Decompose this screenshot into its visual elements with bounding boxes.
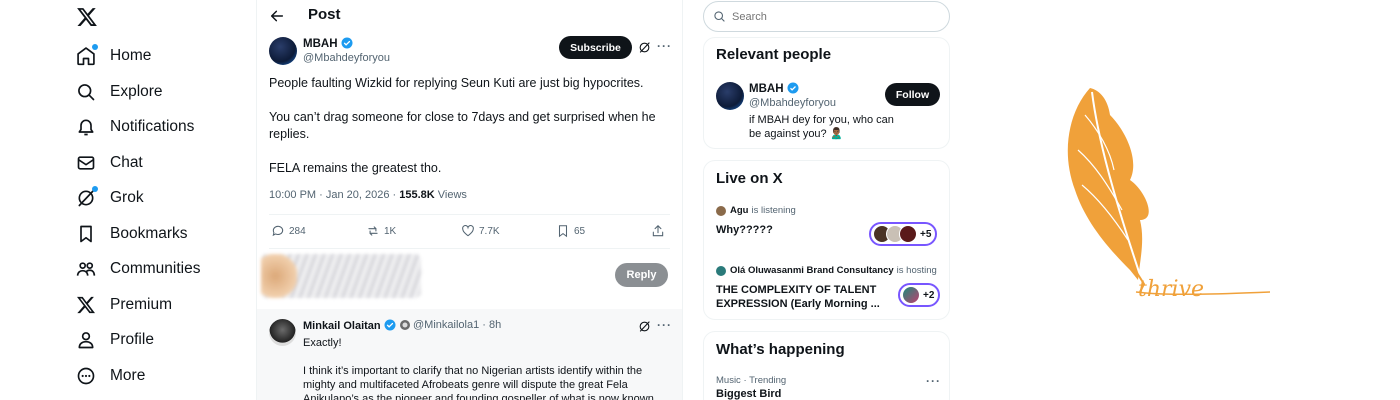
more-options-icon[interactable]: ··· [926,374,941,388]
bookmark-action[interactable]: 65 [556,224,585,238]
relevant-people-card: Relevant people MBAH @Mbahdeyforyou if M… [703,37,950,149]
left-navigation: Home Explore Notifications Chat Grok Boo… [0,0,256,400]
x-logo-icon[interactable] [76,6,98,28]
share-action[interactable] [651,224,669,238]
nav-label: Notifications [110,118,195,135]
more-options-icon[interactable]: ··· [657,39,672,53]
person-handle[interactable]: @Mbahdeyforyou [749,97,836,109]
nav-item-profile[interactable]: Profile [76,328,154,352]
bookmark-icon [76,224,96,244]
listeners-pill[interactable]: +5 [869,222,938,246]
bell-icon [76,117,96,137]
nav-item-grok[interactable]: Grok [76,186,144,210]
person-bio: if MBAH dey for you, who can be against … [749,114,894,140]
right-sidebar: Relevant people MBAH @Mbahdeyforyou if M… [683,0,973,400]
nav-item-more[interactable]: More [76,364,145,388]
author-name[interactable]: MBAH [303,37,353,50]
nav-item-communities[interactable]: Communities [76,257,200,281]
nav-label: More [110,367,146,384]
nav-item-chat[interactable]: Chat [76,151,143,175]
heart-icon [462,224,474,237]
nav-item-home[interactable]: Home [76,44,151,68]
space-title[interactable]: Why????? [716,223,881,237]
like-action[interactable]: 7.7K [461,224,500,238]
verified-badge-icon [384,319,396,331]
back-arrow-icon[interactable] [269,8,285,24]
reply-avatar[interactable] [269,319,296,346]
nav-item-explore[interactable]: Explore [76,80,163,104]
search-icon [714,11,725,22]
repost-icon [368,226,378,236]
author-avatar[interactable] [269,37,297,65]
more-circle-icon [76,366,96,386]
nav-label: Bookmarks [110,225,188,242]
mail-icon [76,153,96,173]
nav-label: Profile [110,331,154,348]
subscribe-button[interactable]: Subscribe [559,36,632,59]
nav-label: Premium [110,296,173,313]
affiliate-badge-icon [399,320,410,330]
x-icon [76,295,96,315]
reply-action[interactable]: 284 [271,224,306,238]
more-options-icon[interactable]: ··· [657,318,672,332]
divider [269,214,670,215]
reply-text: Exactly! [303,337,342,349]
live-on-x-card: Live on X Agu is listening Why????? +5 Ol… [703,160,950,320]
repost-action[interactable]: 1K [366,224,396,238]
nav-item-notifications[interactable]: Notifications [76,115,194,139]
thrive-feather-logo: thrive [1067,88,1271,302]
card-title: Live on X [716,170,783,187]
verified-badge-icon [787,82,798,94]
blurred-reply-composer[interactable] [261,254,421,298]
reply-handle[interactable]: @Minkailola1 · 8h [413,319,501,331]
home-icon [76,44,98,66]
nav-label: Grok [110,189,144,206]
share-icon [652,225,664,237]
search-icon [76,82,96,102]
trend-meta: Music · Trending [716,375,787,386]
post-text-line: People faulting Wizkid for replying Seun… [269,76,644,90]
card-title: Relevant people [716,46,832,63]
nav-label: Home [110,47,152,64]
nav-label: Communities [110,260,201,277]
page-title: Post [308,6,341,23]
reply-author-name[interactable]: Minkail Olaitan [303,319,411,332]
post-detail: Post MBAH @Mbahdeyforyou Subscribe ··· P… [257,0,682,400]
person-avatar[interactable] [716,82,744,110]
person-name[interactable]: MBAH [749,82,799,95]
space-title[interactable]: THE COMPLEXITY OF TALENT EXPRESSION (Ear… [716,283,881,311]
grok-icon[interactable] [638,41,651,54]
communities-icon [76,259,96,279]
bookmark-icon [558,225,568,238]
post-text-line: FELA remains the greatest tho. [269,161,442,175]
trend-name[interactable]: Biggest Bird [716,388,781,400]
whats-happening-card: What’s happening Music · Trending Bigges… [703,331,950,400]
comment-icon [272,225,284,237]
grok-icon [76,186,98,208]
space-host: Olá Oluwasanmi Brand Consultancy is hosti… [716,265,937,276]
brand-wordmark: thrive [1138,277,1204,302]
reply-button[interactable]: Reply [615,263,668,287]
nav-item-bookmarks[interactable]: Bookmarks [76,222,188,246]
reply-tweet[interactable]: Minkail Olaitan @Minkailola1 · 8h ··· Ex… [257,309,682,400]
card-title: What’s happening [716,341,845,358]
search-box[interactable] [703,1,950,32]
person-icon [76,330,96,350]
grok-icon[interactable] [638,320,651,333]
space-host: Agu is listening [716,205,796,216]
search-input[interactable] [732,10,932,23]
listeners-pill[interactable]: +2 [898,283,941,307]
nav-item-premium[interactable]: Premium [76,293,172,317]
post-meta: 10:00 PM · Jan 20, 2026 · 155.8K Views [269,189,467,201]
divider [269,248,670,249]
post-text-line: You can’t drag someone for close to 7day… [269,110,656,141]
author-handle[interactable]: @Mbahdeyforyou [303,52,390,64]
follow-button[interactable]: Follow [885,83,940,106]
reply-text: I think it’s important to clarify that n… [303,365,654,400]
nav-label: Chat [110,154,143,171]
verified-badge-icon [341,37,352,49]
nav-label: Explore [110,83,163,100]
